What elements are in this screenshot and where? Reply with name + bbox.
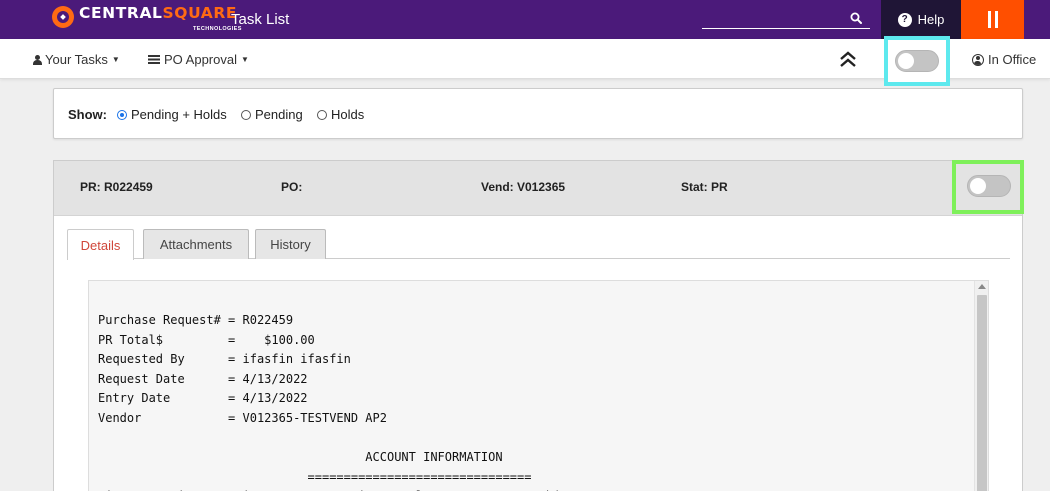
list-icon bbox=[148, 55, 160, 64]
search-icon[interactable] bbox=[850, 12, 862, 24]
logo-square-text: SQUARE bbox=[162, 4, 238, 22]
scroll-thumb[interactable] bbox=[977, 295, 987, 491]
task-card: PR: R022459 PO: Vend: V012365 Stat: PR D… bbox=[53, 160, 1024, 491]
caret-down-icon: ▼ bbox=[111, 55, 120, 64]
show-label: Show: bbox=[68, 107, 107, 122]
radio-label: Pending bbox=[255, 107, 303, 122]
detail-line bbox=[98, 429, 647, 449]
toggle-knob bbox=[898, 53, 914, 69]
radio-checked-icon bbox=[117, 109, 127, 120]
detail-line: =============================== bbox=[98, 469, 532, 484]
task-toggle-highlight bbox=[952, 160, 1024, 214]
radio-label: Pending + Holds bbox=[131, 107, 227, 122]
detail-line: Request Date = 4/13/2022 bbox=[98, 371, 308, 386]
logo-central-text: CENTRAL bbox=[79, 4, 163, 22]
po-approval-dropdown[interactable]: PO Approval ▼ bbox=[148, 52, 249, 67]
toggle-knob bbox=[970, 178, 986, 194]
in-office-label: In Office bbox=[988, 52, 1037, 67]
your-tasks-dropdown[interactable]: Your Tasks ▼ bbox=[33, 52, 120, 67]
global-toggle-switch[interactable] bbox=[895, 50, 939, 72]
global-toggle-highlight bbox=[884, 36, 950, 86]
radio-holds[interactable]: Holds bbox=[317, 107, 364, 122]
tab-details[interactable]: Details bbox=[67, 229, 134, 260]
search-field[interactable] bbox=[702, 11, 870, 29]
tab-attachments[interactable]: Attachments bbox=[143, 229, 249, 259]
task-toggle-switch[interactable] bbox=[967, 175, 1011, 197]
radio-pending-holds[interactable]: Pending + Holds bbox=[117, 107, 227, 122]
vendor-number: Vend: V012365 bbox=[481, 180, 566, 194]
detail-line: Entry Date = 4/13/2022 bbox=[98, 391, 308, 406]
logo-wordmark: CENTRALSQUARE TECHNOLOGIES bbox=[79, 4, 241, 34]
search-input[interactable] bbox=[702, 11, 842, 27]
status: Stat: PR bbox=[681, 180, 728, 194]
in-office-status[interactable]: In Office bbox=[972, 52, 1036, 67]
radio-unchecked-icon bbox=[241, 109, 251, 120]
detail-line: Requested By = ifasfin ifasfin bbox=[98, 352, 351, 367]
your-tasks-label: Your Tasks bbox=[45, 52, 108, 67]
centralsquare-logo[interactable]: CENTRALSQUARE TECHNOLOGIES bbox=[52, 4, 241, 34]
detail-line: Purchase Request# = R022459 bbox=[98, 313, 294, 327]
scroll-up-icon[interactable] bbox=[978, 284, 986, 289]
show-filter-card: Show: Pending + Holds Pending Holds bbox=[53, 88, 1023, 139]
radio-unchecked-icon bbox=[317, 109, 327, 120]
detail-line: ACCOUNT INFORMATION bbox=[98, 450, 503, 465]
app-title: Task List bbox=[231, 11, 290, 28]
app-menu-button[interactable] bbox=[961, 0, 1024, 39]
question-circle-icon: ? bbox=[897, 12, 912, 27]
detail-scrollbar[interactable] bbox=[974, 281, 988, 491]
top-bar: CENTRALSQUARE TECHNOLOGIES Task List ? H… bbox=[0, 0, 1050, 39]
detail-text: Purchase Request# = R022459 PR Total$ = $… bbox=[98, 311, 647, 491]
detail-line: Line# Quantity Price Line Total Account … bbox=[98, 487, 647, 491]
po-number: PO: bbox=[281, 180, 303, 194]
user-icon bbox=[33, 54, 42, 65]
radio-label: Holds bbox=[331, 107, 365, 122]
detail-tabs: Details Attachments History bbox=[67, 229, 1010, 260]
tab-history[interactable]: History bbox=[255, 229, 326, 259]
radio-pending[interactable]: Pending bbox=[241, 107, 303, 122]
po-approval-label: PO Approval bbox=[164, 52, 237, 67]
help-button[interactable]: ? Help bbox=[881, 0, 961, 39]
task-header[interactable]: PR: R022459 PO: Vend: V012365 Stat: PR bbox=[54, 160, 1024, 216]
pr-number: PR: R022459 bbox=[80, 180, 153, 194]
menu-bars-icon bbox=[987, 11, 998, 28]
detail-line: Vendor = V012365-TESTVEND AP2 bbox=[98, 410, 387, 425]
centralsquare-logo-icon bbox=[52, 6, 74, 28]
detail-text-box[interactable]: Purchase Request# = R022459 PR Total$ = $… bbox=[88, 280, 989, 491]
detail-line: PR Total$ = $100.00 bbox=[98, 332, 315, 347]
double-chevron-up-icon[interactable] bbox=[838, 50, 858, 68]
help-label: Help bbox=[917, 12, 945, 27]
user-circle-icon bbox=[972, 53, 984, 66]
caret-down-icon: ▼ bbox=[241, 55, 249, 64]
